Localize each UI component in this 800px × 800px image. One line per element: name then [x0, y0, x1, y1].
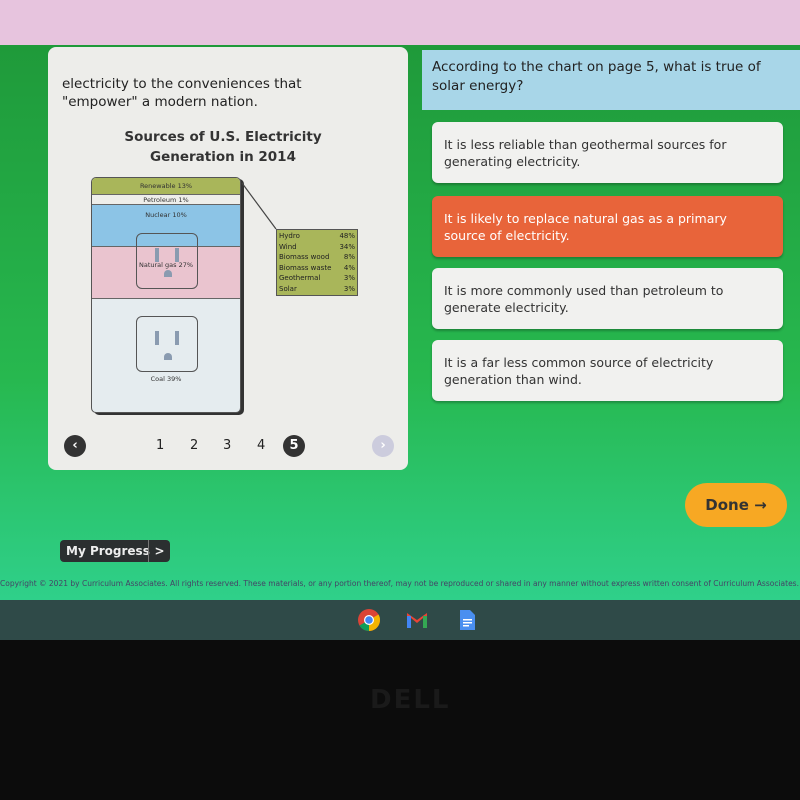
- copyright-text: Copyright © 2021 by Curriculum Associate…: [0, 579, 799, 588]
- legend-pct: 3%: [343, 274, 355, 282]
- band-petroleum: Petroleum 1%: [92, 195, 240, 205]
- legend-row: Solar 3%: [279, 284, 355, 295]
- legend-name: Biomass wood: [279, 253, 330, 261]
- page-2[interactable]: 2: [190, 438, 198, 453]
- outlet-plate: [136, 233, 198, 289]
- passage-panel: electricity to the conveniences that "em…: [48, 47, 408, 470]
- page-navigation: ‹ 1 2 3 4 5 ›: [64, 435, 394, 459]
- page-1[interactable]: 1: [156, 438, 164, 453]
- progress-label: My Progress: [66, 544, 150, 558]
- prev-page-button[interactable]: ‹: [64, 435, 86, 457]
- legend-row: Biomass wood 8%: [279, 252, 355, 263]
- legend-pct: 3%: [343, 284, 355, 293]
- my-progress-button[interactable]: My Progress >: [60, 540, 170, 562]
- answer-option[interactable]: It is less reliable than geothermal sour…: [432, 122, 783, 183]
- outlet-chart: Renewable 13% Petroleum 1% Nuclear 10% N…: [91, 177, 241, 413]
- legend-pct: 48%: [339, 232, 355, 240]
- answer-text: It is a far less common source of electr…: [444, 354, 714, 387]
- question-prompt: According to the chart on page 5, what i…: [422, 50, 800, 110]
- chrome-icon[interactable]: [357, 608, 381, 632]
- legend-row: Wind 34%: [279, 242, 355, 253]
- answer-text: It is likely to replace natural gas as a…: [444, 210, 727, 243]
- legend-name: Hydro: [279, 232, 300, 240]
- legend-pct: 4%: [343, 263, 355, 272]
- legend-row: Hydro 48%: [279, 231, 355, 242]
- docs-icon[interactable]: [455, 608, 479, 632]
- passage-text: electricity to the conveniences that "em…: [62, 76, 302, 110]
- next-page-button[interactable]: ›: [372, 435, 394, 457]
- legend-name: Biomass waste: [279, 263, 332, 272]
- legend-name: Wind: [279, 242, 297, 251]
- browser-top-bar: [0, 0, 800, 45]
- legend-row: Biomass waste 4%: [279, 263, 355, 274]
- legend-name: Solar: [279, 284, 297, 293]
- answer-text: It is more commonly used than petroleum …: [444, 282, 724, 315]
- legend-row: Geothermal 3%: [279, 273, 355, 284]
- dell-logo: DELL: [370, 685, 451, 715]
- answer-option-selected[interactable]: It is likely to replace natural gas as a…: [432, 196, 783, 257]
- page-4[interactable]: 4: [257, 438, 265, 453]
- answer-option[interactable]: It is more commonly used than petroleum …: [432, 268, 783, 329]
- answer-option[interactable]: It is a far less common source of electr…: [432, 340, 783, 401]
- lesson-app: electricity to the conveniences that "em…: [0, 45, 800, 600]
- legend-name: Geothermal: [279, 274, 321, 282]
- taskbar: [0, 600, 800, 640]
- gmail-icon[interactable]: [405, 608, 429, 632]
- answer-text: It is less reliable than geothermal sour…: [444, 136, 727, 169]
- legend-pct: 34%: [339, 242, 355, 251]
- legend-pct: 8%: [343, 253, 355, 261]
- done-button[interactable]: Done →: [685, 483, 787, 527]
- chart-title: Sources of U.S. Electricity Generation i…: [124, 129, 322, 165]
- page-5-current[interactable]: 5: [283, 435, 305, 457]
- outlet-plate: [136, 316, 198, 372]
- band-renewable: Renewable 13%: [92, 178, 240, 195]
- chevron-right-icon: >: [148, 540, 170, 562]
- page-3[interactable]: 3: [223, 438, 231, 453]
- renewables-legend: Hydro 48% Wind 34% Biomass wood 8% Biomass was…: [276, 229, 358, 296]
